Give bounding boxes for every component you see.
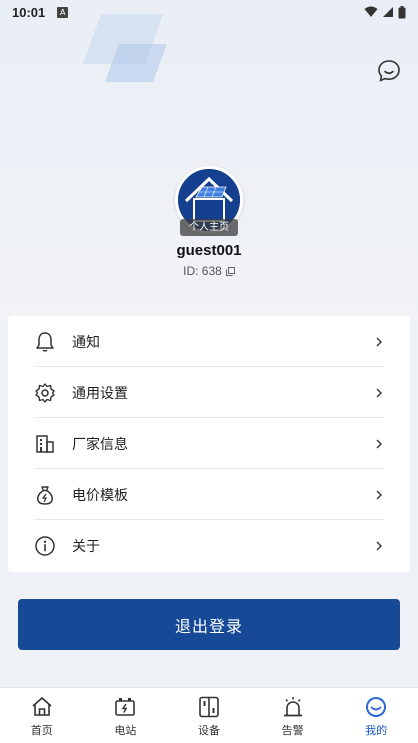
tab-label: 设备	[197, 724, 220, 737]
menu-item-label: 通知	[72, 334, 100, 351]
bottom-tab-bar: 首页 电站 设备 告警 我的	[0, 687, 418, 743]
user-id-row: ID: 638	[0, 264, 418, 278]
status-time: 10:01	[12, 4, 46, 20]
menu-item-manufacturer-info[interactable]: 厂家信息	[8, 418, 410, 469]
menu-item-label: 通用设置	[72, 385, 128, 402]
building-icon	[34, 433, 56, 455]
tab-label: 告警	[281, 724, 304, 737]
wifi-icon	[364, 6, 378, 17]
status-bar: 10:01 A	[0, 0, 418, 24]
status-icons	[364, 5, 406, 19]
alarm-icon	[280, 694, 306, 720]
tab-label: 电站	[114, 724, 137, 737]
tab-label: 我的	[365, 724, 388, 737]
battery-charge-icon	[112, 694, 138, 720]
logout-button[interactable]: 退出登录	[18, 599, 400, 650]
menu-item-label: 厂家信息	[72, 436, 128, 453]
tab-alarm[interactable]: 告警	[251, 688, 335, 743]
tab-home[interactable]: 首页	[0, 688, 84, 743]
bell-icon	[34, 331, 56, 353]
gear-icon	[34, 382, 56, 404]
tab-device[interactable]: 设备	[167, 688, 251, 743]
signal-icon	[383, 7, 393, 17]
username: guest001	[176, 242, 242, 259]
homepage-tag[interactable]: 个人主页	[180, 219, 238, 236]
menu-item-label: 关于	[72, 538, 100, 555]
info-icon	[34, 535, 56, 557]
copy-icon[interactable]	[225, 266, 235, 276]
menu-item-price-template[interactable]: 电价模板	[8, 469, 410, 520]
chevron-right-icon	[376, 490, 382, 499]
home-icon	[29, 694, 55, 720]
menu-item-notifications[interactable]: 通知	[8, 316, 410, 367]
chevron-right-icon	[376, 337, 382, 346]
settings-menu: 通知 通用设置 厂家信息 电价模板 关于	[8, 316, 410, 572]
tab-station[interactable]: 电站	[84, 688, 168, 743]
menu-item-about[interactable]: 关于	[8, 520, 410, 571]
money-bag-icon	[34, 484, 56, 506]
menu-item-general-settings[interactable]: 通用设置	[8, 367, 410, 418]
menu-item-label: 电价模板	[72, 487, 128, 504]
tab-label: 首页	[30, 724, 53, 737]
notification-icon: A	[57, 6, 69, 18]
chevron-right-icon	[376, 541, 382, 550]
user-id: ID: 638	[183, 264, 222, 278]
device-icon	[196, 694, 222, 720]
chevron-right-icon	[376, 388, 382, 397]
tab-mine[interactable]: 我的	[334, 688, 418, 743]
chevron-right-icon	[376, 439, 382, 448]
profile-face-icon	[363, 694, 389, 720]
chat-icon[interactable]	[376, 58, 402, 84]
battery-icon	[398, 5, 406, 18]
